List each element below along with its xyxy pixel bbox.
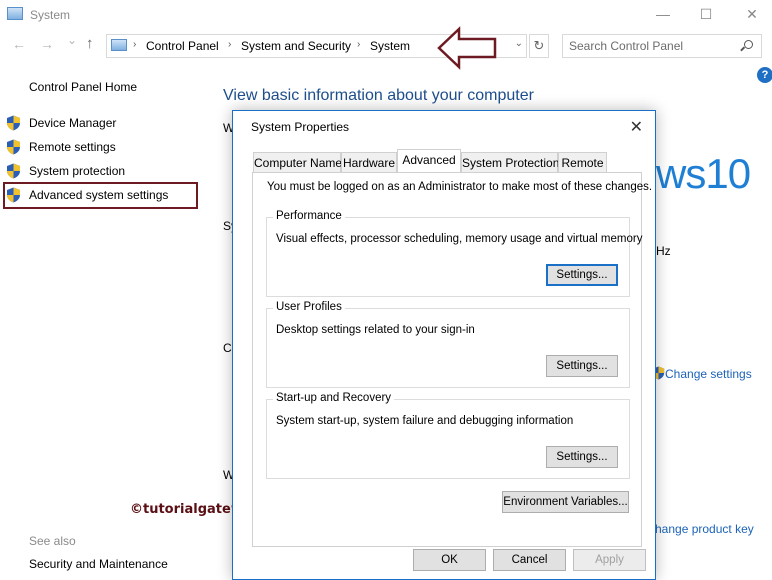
search-input[interactable] [569, 39, 729, 53]
group-title: Start-up and Recovery [273, 392, 395, 404]
security-and-maintenance-link[interactable]: Security and Maintenance [29, 557, 168, 571]
group-description: Desktop settings related to your sign-in [276, 324, 475, 336]
system-properties-dialog: System Properties ✕ Computer Name Hardwa… [232, 110, 656, 580]
change-product-key-link[interactable]: hange product key [655, 522, 754, 536]
breadcrumb-control-panel[interactable]: Control Panel [146, 39, 219, 53]
system-icon [7, 7, 23, 20]
search-box[interactable] [562, 34, 762, 58]
group-title: Performance [273, 210, 345, 222]
navigation-bar: ← → ⌄ ↑ › Control Panel › System and Sec… [0, 32, 772, 60]
windows-10-logo: ws10 [656, 150, 751, 197]
forward-button[interactable]: → [40, 36, 54, 52]
dialog-title: System Properties [251, 120, 350, 134]
admin-note: You must be logged on as an Administrato… [267, 181, 653, 193]
startup-recovery-group: Start-up and Recovery System start-up, s… [266, 392, 630, 479]
tab-advanced[interactable]: Advanced [397, 149, 461, 172]
sidebar-item-label: System protection [29, 164, 126, 178]
window-title: System [30, 8, 71, 22]
startup-recovery-settings-button[interactable]: Settings... [546, 446, 618, 468]
performance-settings-button[interactable]: Settings... [546, 264, 618, 286]
chevron-right-icon: › [357, 39, 361, 50]
group-description: System start-up, system failure and debu… [276, 415, 574, 427]
minimize-button[interactable]: — [648, 4, 678, 26]
ok-button[interactable]: OK [413, 549, 486, 571]
page-title: View basic information about your comput… [223, 87, 534, 104]
user-profiles-group: User Profiles Desktop settings related t… [266, 301, 630, 388]
dialog-close-button[interactable]: ✕ [630, 117, 643, 137]
environment-variables-button[interactable]: Environment Variables... [502, 491, 629, 513]
tab-hardware[interactable]: Hardware [341, 152, 397, 172]
chevron-down-icon[interactable]: ⌄ [515, 38, 523, 49]
sidebar-item-label: Device Manager [29, 116, 117, 130]
close-button[interactable]: ✕ [737, 4, 767, 26]
refresh-button[interactable]: ↻ [529, 34, 549, 58]
see-also-heading: See also [29, 534, 76, 548]
help-icon[interactable]: ? [757, 67, 772, 83]
group-description: Visual effects, processor scheduling, me… [276, 233, 643, 245]
processor-speed-fragment: Hz [656, 244, 671, 258]
annotation-highlight-box [3, 182, 198, 209]
maximize-button[interactable]: ☐ [691, 4, 721, 26]
breadcrumb-system-and-security[interactable]: System and Security [241, 39, 351, 53]
annotation-arrow-icon [437, 26, 497, 70]
sidebar-item-label: Remote settings [29, 140, 116, 154]
control-panel-home-link[interactable]: Control Panel Home [29, 80, 137, 94]
system-icon [111, 39, 127, 51]
group-title: User Profiles [273, 301, 345, 313]
title-bar: System — ☐ ✕ [0, 0, 772, 30]
change-settings-link[interactable]: Change settings [652, 366, 752, 381]
advanced-tab-panel: You must be logged on as an Administrato… [252, 172, 652, 547]
search-icon[interactable] [744, 40, 753, 49]
change-settings-label: Change settings [665, 367, 752, 381]
shield-icon [7, 115, 20, 131]
chevron-right-icon: › [228, 39, 232, 50]
tab-system-protection[interactable]: System Protection [461, 152, 559, 172]
up-button[interactable]: ↑ [86, 35, 94, 52]
tab-remote[interactable]: Remote [558, 152, 607, 172]
back-button[interactable]: ← [12, 36, 26, 52]
cancel-button[interactable]: Cancel [493, 549, 566, 571]
user-profiles-settings-button[interactable]: Settings... [546, 355, 618, 377]
chevron-right-icon: › [133, 39, 137, 50]
tab-computer-name[interactable]: Computer Name [253, 152, 342, 172]
recent-locations-button[interactable]: ⌄ [67, 33, 77, 47]
shield-icon [7, 163, 20, 179]
shield-icon [7, 139, 20, 155]
apply-button[interactable]: Apply [573, 549, 646, 571]
performance-group: Performance Visual effects, processor sc… [266, 210, 642, 297]
breadcrumb-system[interactable]: System [370, 39, 410, 53]
